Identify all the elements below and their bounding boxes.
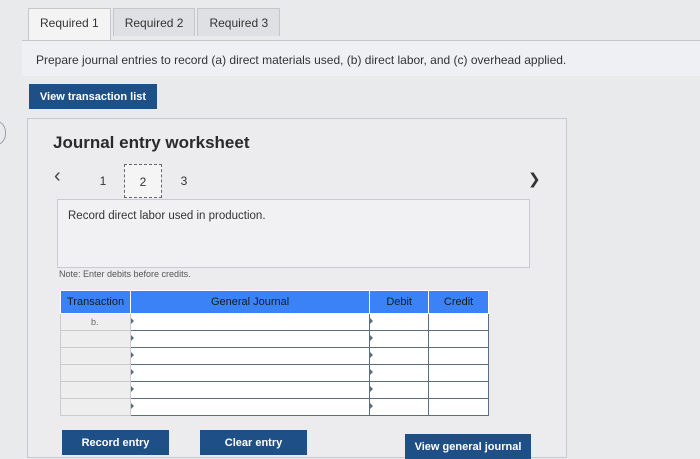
table-row: b. xyxy=(60,313,489,331)
instruction-bar: Prepare journal entries to record (a) di… xyxy=(22,40,700,76)
chevron-left-icon[interactable]: ‹ xyxy=(54,165,61,188)
credit-input[interactable] xyxy=(428,347,489,365)
journal-table: Transaction General Journal Debit Credit… xyxy=(60,290,489,416)
record-entry-button[interactable]: Record entry xyxy=(62,430,169,455)
collapsed-panel-handle[interactable] xyxy=(0,120,6,146)
header-general-journal: General Journal xyxy=(129,290,371,314)
account-select[interactable] xyxy=(129,381,371,399)
header-debit: Debit xyxy=(369,290,430,314)
table-row xyxy=(60,330,489,348)
header-credit: Credit xyxy=(428,290,489,314)
debit-input[interactable] xyxy=(369,347,430,365)
debits-note: Note: Enter debits before credits. xyxy=(59,269,191,279)
clear-entry-button[interactable]: Clear entry xyxy=(200,430,307,455)
step-3[interactable]: 3 xyxy=(165,164,203,198)
instruction-text: Prepare journal entries to record (a) di… xyxy=(36,53,567,67)
view-general-journal-button[interactable]: View general journal xyxy=(405,434,531,459)
tab-required-1[interactable]: Required 1 xyxy=(28,8,111,41)
account-select[interactable] xyxy=(129,347,371,365)
transaction-cell: b. xyxy=(60,313,131,331)
chevron-right-icon[interactable]: ❯ xyxy=(528,170,541,188)
account-select[interactable] xyxy=(129,330,371,348)
journal-entry-worksheet: Journal entry worksheet ‹ 1 2 3 ❯ Record… xyxy=(27,118,567,458)
view-transaction-list-button[interactable]: View transaction list xyxy=(29,84,157,109)
debit-input[interactable] xyxy=(369,364,430,382)
credit-input[interactable] xyxy=(428,330,489,348)
transaction-cell xyxy=(60,347,131,365)
header-transaction: Transaction xyxy=(60,290,131,314)
table-row xyxy=(60,364,489,382)
credit-input[interactable] xyxy=(428,313,489,331)
account-select[interactable] xyxy=(129,313,371,331)
tab-bar: Required 1 Required 2 Required 3 xyxy=(28,8,282,41)
debit-input[interactable] xyxy=(369,330,430,348)
table-row xyxy=(60,381,489,399)
step-2-current[interactable]: 2 xyxy=(124,164,162,198)
account-select[interactable] xyxy=(129,364,371,382)
table-row xyxy=(60,398,489,416)
tab-required-3[interactable]: Required 3 xyxy=(197,8,281,36)
step-1[interactable]: 1 xyxy=(84,164,122,198)
credit-input[interactable] xyxy=(428,364,489,382)
tab-required-2[interactable]: Required 2 xyxy=(112,8,196,36)
debit-input[interactable] xyxy=(369,398,430,416)
transaction-cell xyxy=(60,364,131,382)
credit-input[interactable] xyxy=(428,398,489,416)
entry-description-box: Record direct labor used in production. xyxy=(57,199,530,268)
credit-input[interactable] xyxy=(428,381,489,399)
debit-input[interactable] xyxy=(369,381,430,399)
entry-description: Record direct labor used in production. xyxy=(68,210,266,222)
debit-input[interactable] xyxy=(369,313,430,331)
transaction-cell xyxy=(60,330,131,348)
table-row xyxy=(60,347,489,365)
transaction-cell xyxy=(60,398,131,416)
transaction-cell xyxy=(60,381,131,399)
worksheet-title: Journal entry worksheet xyxy=(53,133,250,152)
account-select[interactable] xyxy=(129,398,371,416)
